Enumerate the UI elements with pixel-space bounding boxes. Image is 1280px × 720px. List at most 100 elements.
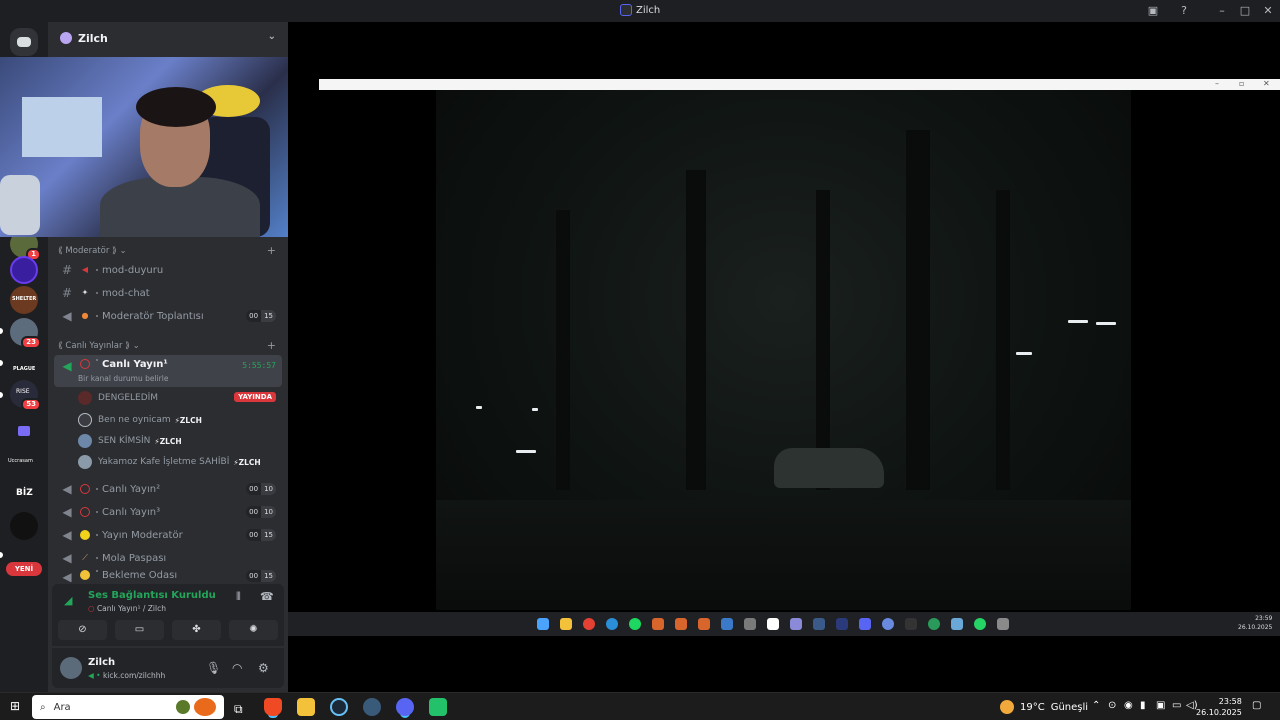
discord-icon[interactable] [396, 698, 414, 716]
server-icon-uccrasam[interactable]: Uccrasam [8, 448, 38, 476]
noise-suppression-icon[interactable]: ⦀ [236, 590, 241, 604]
channel-live-1[interactable]: ◀ Canlı Yayın¹ 5:55:57 Bir kanal durumu … [54, 355, 282, 387]
camera-off-button[interactable]: ⊘ [58, 620, 107, 640]
activities-button[interactable]: ✤ [172, 620, 221, 640]
steam-icon[interactable] [330, 698, 348, 716]
webcam-overlay [0, 57, 319, 237]
server-name: Zilch [78, 31, 108, 45]
weather-desc: Güneşli [1050, 701, 1089, 713]
add-channel-icon[interactable]: + [267, 339, 276, 352]
server-icon-shelter[interactable]: SHELTER [10, 286, 38, 314]
avatar [78, 455, 92, 469]
inner-minimize-icon[interactable]: – [1215, 79, 1219, 88]
weather-widget[interactable]: 19°C Güneşli [1000, 700, 1088, 714]
voice-status[interactable]: Ses Bağlantısı Kuruldu [88, 590, 216, 601]
gear-icon[interactable]: ⚙ [258, 661, 269, 675]
inner-app-icon [836, 618, 848, 630]
channel-label: Bekleme Odası [102, 570, 178, 581]
tray-app-icon[interactable]: ⊙ [1108, 700, 1116, 711]
taskbar-search[interactable]: ⌕ Ara [32, 695, 224, 719]
app-icon[interactable] [429, 698, 447, 716]
voice-channel-icon: ◀ [62, 570, 72, 582]
inner-maximize-icon[interactable]: ▫ [1239, 79, 1244, 88]
maximize-button[interactable]: □ [1237, 3, 1253, 19]
tray-app-icon[interactable]: ◉ [1124, 700, 1133, 711]
system-clock[interactable]: 23:58 26.10.2025 [1196, 696, 1242, 718]
close-button[interactable]: ✕ [1260, 3, 1276, 19]
tray-camera-icon[interactable]: ▣ [1156, 700, 1165, 711]
server-icon-4[interactable]: 23 [10, 318, 41, 349]
webcam-person-hair [136, 87, 216, 127]
voice-user[interactable]: Yakamoz Kafe İşletme SAHİBİ ⚡ZLCH [78, 452, 261, 472]
file-explorer-icon[interactable] [297, 698, 315, 716]
inner-app-icon [652, 618, 664, 630]
voice-channel-name[interactable]: Canlı Yayın¹ / Zilch [97, 604, 166, 613]
app-icon[interactable] [363, 698, 381, 716]
video-tree [816, 190, 830, 490]
inner-app-icon [675, 618, 687, 630]
server-icon-hand[interactable] [10, 512, 38, 540]
bird-icon: ✦ [81, 288, 89, 297]
voice-user-name: Ben ne oynicam [98, 415, 171, 425]
channel-moderator-meeting[interactable]: ◀ ● Moderatör Toplantısı 00 15 [54, 306, 282, 326]
inner-close-icon[interactable]: ✕ [1263, 79, 1270, 88]
channel-break[interactable]: ◀ ⟋ Mola Paspası [54, 548, 282, 568]
server-icon-2[interactable] [10, 256, 38, 284]
signal-icon[interactable]: ◢ [64, 594, 78, 608]
broom-icon: ⟋ [82, 553, 88, 562]
webcam-desk [22, 97, 102, 157]
help-icon[interactable]: ? [1176, 3, 1192, 19]
voice-user[interactable]: SEN KİMSİN ⚡ZLCH [78, 431, 182, 451]
inner-steam-icon [813, 618, 825, 630]
brave-icon[interactable] [264, 698, 282, 716]
network-icon[interactable]: ▭ [1172, 700, 1181, 711]
windows-start-icon[interactable]: ⊞ [10, 700, 22, 712]
video-light [1016, 352, 1032, 355]
microphone-icon[interactable]: 🎙︎ [206, 661, 221, 675]
discord-home-icon[interactable] [10, 28, 38, 56]
voice-channel-info: ○ Canlı Yayın¹ / Zilch [88, 604, 166, 613]
channel-stream-moderator[interactable]: ◀ Yayın Moderatör 00 15 [54, 525, 282, 545]
search-highlight-icon [176, 700, 190, 714]
headphones-icon[interactable]: ◠ [232, 661, 242, 675]
folder-icon[interactable] [10, 418, 38, 446]
chevron-down-icon[interactable]: ⌄ [268, 31, 276, 42]
tray-mic-icon[interactable]: ▮ [1140, 700, 1146, 711]
new-servers-badge[interactable]: YENİ [6, 562, 42, 576]
avatar[interactable] [60, 657, 82, 679]
channel-mod-chat[interactable]: # ✦ mod-chat [54, 283, 282, 303]
avatar [78, 391, 92, 405]
unread-pill [0, 328, 3, 334]
voice-user[interactable]: Ben ne oynicam ⚡ZLCH [78, 410, 202, 430]
channel-live-2[interactable]: ◀ Canlı Yayın² 00 10 [54, 479, 282, 499]
add-channel-icon[interactable]: + [267, 244, 276, 257]
category-live[interactable]: ⟪ Canlı Yayınlar ⟫ ⌄ [58, 341, 140, 351]
disconnect-icon[interactable]: ☎ [260, 590, 274, 603]
server-label: SHELTER [12, 296, 37, 302]
chevron-up-icon[interactable]: ⌃ [1092, 700, 1100, 711]
search-icon: ⌕ [40, 701, 46, 713]
screen-share-button[interactable]: ▭ [115, 620, 164, 640]
server-icon-plague[interactable]: PLAGUE [10, 350, 38, 378]
channel-live-3[interactable]: ◀ Canlı Yayın³ 00 10 [54, 502, 282, 522]
voice-connected-icon: ◀ [62, 359, 72, 373]
voice-channel-icon: ◀ [62, 551, 72, 565]
channel-status[interactable]: Bir kanal durumu belirle [78, 374, 168, 383]
task-view-icon[interactable]: ⧉ [231, 698, 249, 716]
user-panel: Zilch ◀ • kick.com/zilchhh 🎙︎ ◠ ⚙ [52, 648, 284, 688]
voice-user[interactable]: DENGELEDİM [78, 388, 158, 408]
minimize-button[interactable]: – [1214, 3, 1230, 19]
video-light [532, 408, 538, 411]
text-channel-icon: # [61, 263, 73, 277]
notification-icon[interactable]: ▢ [1252, 700, 1261, 711]
server-header[interactable]: Zilch ⌄ [48, 22, 288, 54]
category-moderator[interactable]: ⟪ Moderatör ⟫ ⌄ [58, 246, 127, 256]
channel-waiting-room[interactable]: ◀ Bekleme Odası 00 15 [54, 570, 282, 582]
user-name[interactable]: Zilch [88, 657, 115, 668]
inbox-icon[interactable]: ▣ [1145, 3, 1161, 19]
channel-mod-duyuru[interactable]: # ◀ mod-duyuru [54, 260, 282, 280]
soundboard-button[interactable]: ✺ [229, 620, 278, 640]
server-icon-biz[interactable]: BİZ [10, 480, 38, 508]
server-icon-rise[interactable]: RISE 53 [10, 380, 41, 411]
window-title-text: Zilch [636, 4, 661, 16]
